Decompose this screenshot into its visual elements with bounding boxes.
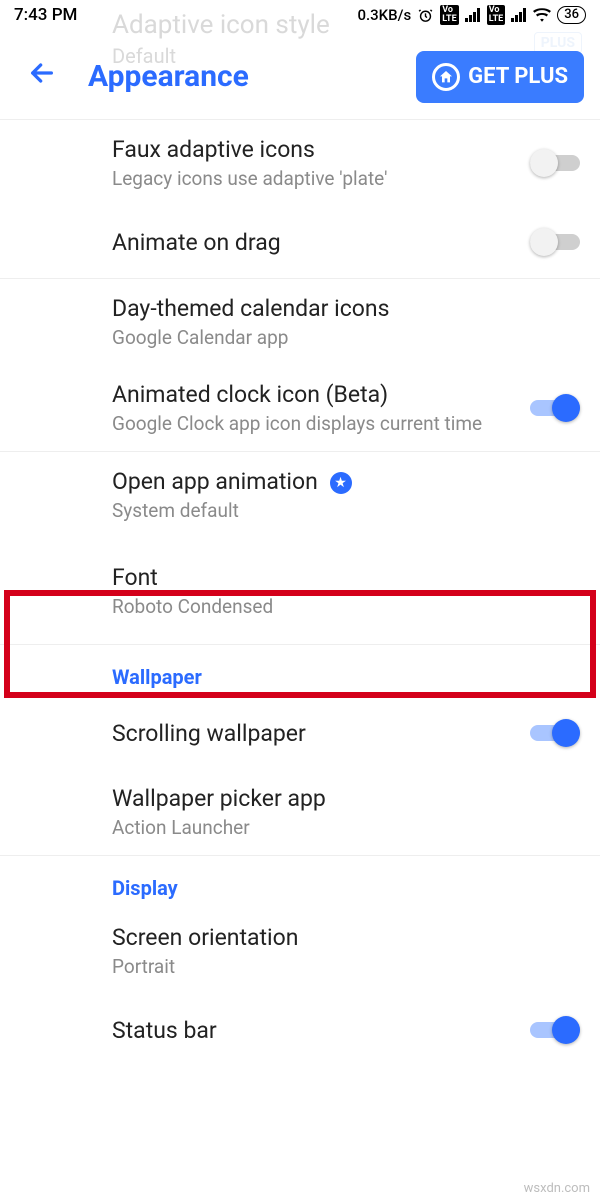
app-bar: Appearance GET PLUS bbox=[0, 34, 600, 120]
row-title: Animate on drag bbox=[112, 229, 530, 256]
wifi-icon bbox=[533, 8, 551, 22]
row-scrolling-wallpaper[interactable]: Scrolling wallpaper bbox=[0, 697, 600, 769]
net-speed: 0.3KB/s bbox=[357, 6, 411, 24]
signal-icon-1 bbox=[465, 8, 481, 22]
settings-list: Faux adaptive icons Legacy icons use ada… bbox=[0, 120, 600, 1066]
get-plus-button[interactable]: GET PLUS bbox=[416, 51, 584, 103]
section-header-wallpaper: Wallpaper bbox=[0, 644, 600, 697]
row-faux-adaptive-icons[interactable]: Faux adaptive icons Legacy icons use ada… bbox=[0, 120, 600, 206]
row-title: Font bbox=[112, 564, 580, 591]
volte-badge-1: VoLTE bbox=[440, 5, 459, 25]
row-subtitle: Roboto Condensed bbox=[112, 595, 580, 618]
row-title: Scrolling wallpaper bbox=[112, 720, 530, 747]
row-font[interactable]: Font Roboto Condensed bbox=[0, 538, 600, 644]
row-day-themed-calendar[interactable]: Day-themed calendar icons Google Calenda… bbox=[0, 278, 600, 365]
row-subtitle: System default bbox=[112, 499, 580, 522]
toggle-scrolling-wallpaper[interactable] bbox=[530, 719, 580, 747]
toggle-status-bar[interactable] bbox=[530, 1016, 580, 1044]
toggle-animate-on-drag[interactable] bbox=[530, 228, 580, 256]
row-subtitle: Google Clock app icon displays current t… bbox=[112, 412, 530, 435]
home-icon bbox=[432, 63, 460, 91]
back-arrow-icon[interactable] bbox=[26, 57, 58, 97]
get-plus-label: GET PLUS bbox=[468, 64, 568, 89]
status-time: 7:43 PM bbox=[14, 5, 77, 25]
volte-badge-2: VoLTE bbox=[487, 5, 506, 25]
section-header-display: Display bbox=[0, 855, 600, 908]
status-right-cluster: 0.3KB/s VoLTE VoLTE 36 bbox=[357, 5, 586, 25]
star-icon: ★ bbox=[330, 472, 352, 494]
row-title: Day-themed calendar icons bbox=[112, 295, 580, 322]
status-bar: 7:43 PM 0.3KB/s VoLTE VoLTE 36 bbox=[0, 0, 600, 30]
row-status-bar[interactable]: Status bar bbox=[0, 994, 600, 1066]
battery-indicator: 36 bbox=[557, 6, 586, 24]
row-wallpaper-picker-app[interactable]: Wallpaper picker app Action Launcher bbox=[0, 769, 600, 855]
signal-icon-2 bbox=[511, 8, 527, 22]
row-animate-on-drag[interactable]: Animate on drag bbox=[0, 206, 600, 278]
toggle-animated-clock[interactable] bbox=[530, 394, 580, 422]
row-animated-clock-icon[interactable]: Animated clock icon (Beta) Google Clock … bbox=[0, 365, 600, 451]
row-title: Faux adaptive icons bbox=[112, 136, 530, 163]
row-subtitle: Action Launcher bbox=[112, 816, 580, 839]
row-title: Animated clock icon (Beta) bbox=[112, 381, 530, 408]
row-title: Status bar bbox=[112, 1017, 530, 1044]
page-title: Appearance bbox=[88, 59, 249, 94]
row-subtitle: Portrait bbox=[112, 955, 580, 978]
toggle-faux-adaptive[interactable] bbox=[530, 149, 580, 177]
row-subtitle: Google Calendar app bbox=[112, 326, 580, 349]
watermark: wsxdn.com bbox=[524, 1181, 590, 1196]
row-title: Open app animation ★ bbox=[112, 468, 580, 495]
row-title: Screen orientation bbox=[112, 924, 580, 951]
row-screen-orientation[interactable]: Screen orientation Portrait bbox=[0, 908, 600, 994]
row-subtitle: Legacy icons use adaptive 'plate' bbox=[112, 167, 530, 190]
alarm-icon bbox=[417, 7, 434, 24]
row-title: Wallpaper picker app bbox=[112, 785, 580, 812]
row-open-app-animation[interactable]: Open app animation ★ System default bbox=[0, 451, 600, 538]
